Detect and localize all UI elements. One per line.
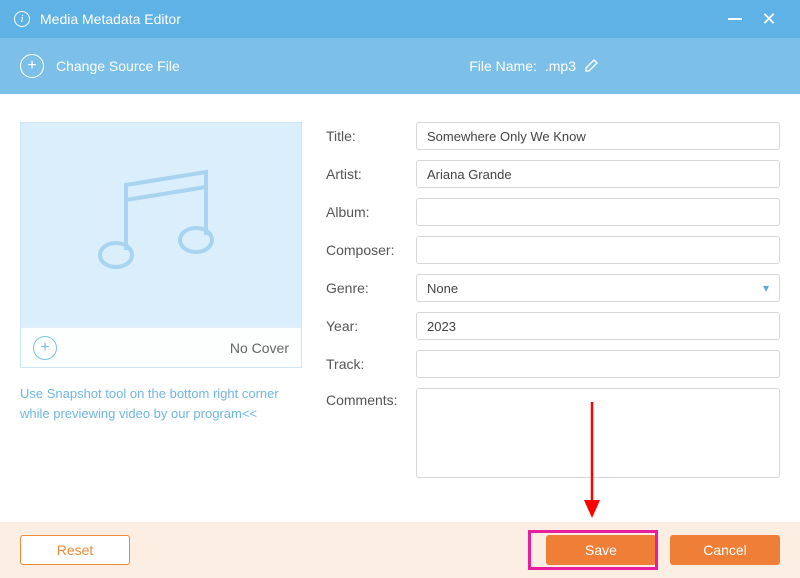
- close-button[interactable]: ✕: [752, 0, 786, 38]
- year-input[interactable]: [416, 312, 780, 340]
- app-title: Media Metadata Editor: [40, 11, 181, 27]
- content: + No Cover Use Snapshot tool on the bott…: [0, 94, 800, 488]
- cover-column: + No Cover Use Snapshot tool on the bott…: [20, 122, 302, 488]
- cover-box: + No Cover: [20, 122, 302, 368]
- genre-label: Genre:: [326, 280, 416, 296]
- track-label: Track:: [326, 356, 416, 372]
- footer: Reset Save Cancel: [0, 522, 800, 578]
- artist-label: Artist:: [326, 166, 416, 182]
- chevron-down-icon: ▾: [763, 281, 769, 295]
- filename-label: File Name:: [469, 58, 537, 74]
- edit-filename-icon[interactable]: [584, 57, 600, 76]
- no-cover-label: No Cover: [230, 340, 289, 356]
- add-source-icon[interactable]: +: [20, 54, 44, 78]
- add-cover-button[interactable]: +: [33, 336, 57, 360]
- title-input[interactable]: [416, 122, 780, 150]
- toolbar: + Change Source File File Name: .mp3: [0, 38, 800, 94]
- change-source-button[interactable]: Change Source File: [56, 58, 180, 74]
- artist-input[interactable]: [416, 160, 780, 188]
- save-button[interactable]: Save: [546, 535, 656, 565]
- title-label: Title:: [326, 128, 416, 144]
- cover-bottom-bar: + No Cover: [21, 327, 301, 367]
- composer-input[interactable]: [416, 236, 780, 264]
- composer-label: Composer:: [326, 242, 416, 258]
- comments-label: Comments:: [326, 388, 416, 408]
- metadata-form: Title: Artist: Album: Composer: Genre: N…: [326, 122, 780, 488]
- reset-button[interactable]: Reset: [20, 535, 130, 565]
- cancel-button[interactable]: Cancel: [670, 535, 780, 565]
- titlebar: i Media Metadata Editor ✕: [0, 0, 800, 38]
- year-label: Year:: [326, 318, 416, 334]
- info-icon: i: [14, 11, 30, 27]
- filename-display: File Name: .mp3: [469, 57, 600, 76]
- album-label: Album:: [326, 204, 416, 220]
- track-input[interactable]: [416, 350, 780, 378]
- genre-value: None: [427, 281, 458, 296]
- snapshot-hint: Use Snapshot tool on the bottom right co…: [20, 384, 290, 423]
- genre-select[interactable]: None ▾: [416, 274, 780, 302]
- filename-value: .mp3: [545, 58, 576, 74]
- comments-input[interactable]: [416, 388, 780, 478]
- album-input[interactable]: [416, 198, 780, 226]
- minimize-button[interactable]: [718, 0, 752, 38]
- cover-placeholder-icon: [21, 123, 301, 327]
